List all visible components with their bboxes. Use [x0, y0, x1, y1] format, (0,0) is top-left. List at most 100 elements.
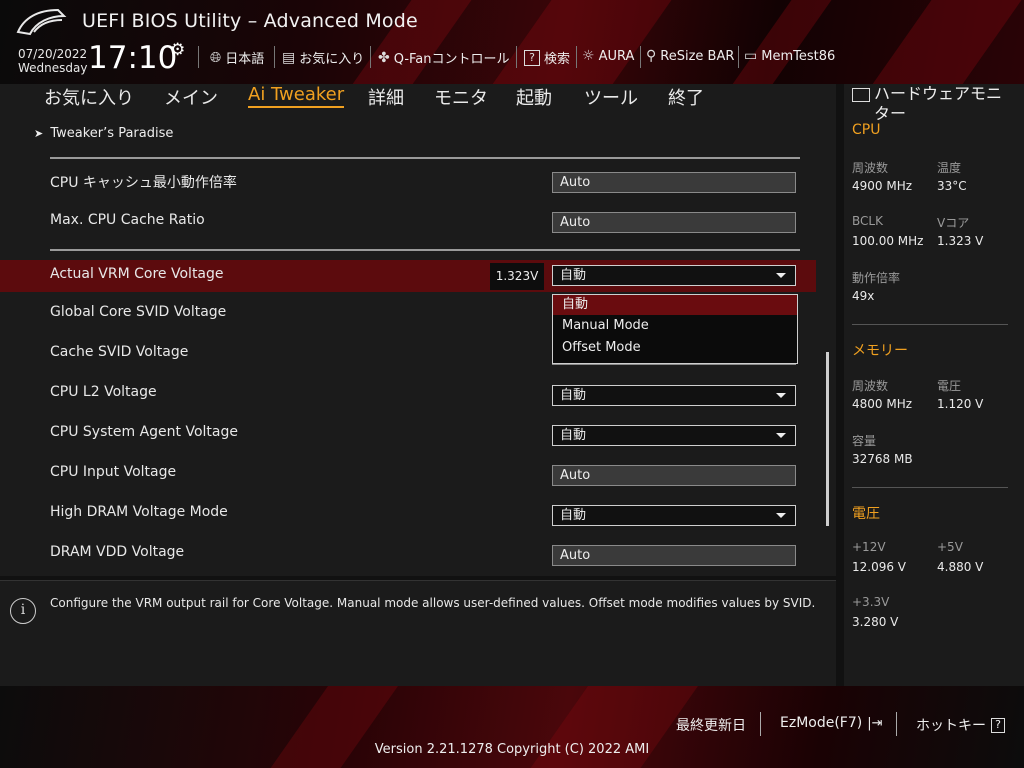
dropdown-option-offset[interactable]: Offset Mode	[553, 338, 797, 358]
dropdown-value: 自動	[560, 428, 587, 443]
vcore-value: 1.323 V	[937, 234, 984, 248]
v12-value: 12.096 V	[852, 560, 907, 574]
mem-volt-label: 電圧	[937, 379, 962, 393]
mem-volt-value: 1.120 V	[937, 397, 984, 411]
setting-dropdown[interactable]: 自動	[552, 385, 796, 406]
vrm-core-voltage-dropdown[interactable]: 自動	[552, 265, 796, 286]
search-button[interactable]: ? 検索	[524, 48, 570, 67]
bclk-label: BCLK	[852, 214, 883, 228]
setting-row[interactable]: CPU L2 Voltage 自動	[0, 378, 816, 410]
toolbar-separator	[738, 46, 739, 68]
last-modified-label: 最終更新日	[676, 718, 746, 734]
toolbar-separator	[516, 46, 517, 68]
memory-heading: メモリー	[852, 343, 908, 359]
cpu-freq-label: 周波数	[852, 161, 889, 175]
hardware-monitor-title: ハードウェアモニター	[874, 84, 1003, 123]
globe-icon: 🌐︎	[210, 49, 222, 66]
setting-row[interactable]: DRAM VDD Voltage Auto	[0, 538, 816, 570]
help-text: Configure the VRM output rail for Core V…	[50, 596, 816, 610]
date-text: 07/20/2022	[18, 47, 88, 61]
footer-separator	[760, 712, 761, 736]
tab-monitor[interactable]: モニタ	[434, 84, 488, 110]
setting-label: High DRAM Voltage Mode	[50, 504, 228, 520]
clock-time: 17:10	[88, 40, 178, 76]
aura-button[interactable]: ☼ AURA	[582, 48, 634, 64]
favorites-button[interactable]: ▤ お気に入り	[282, 48, 365, 68]
setting-row[interactable]: High DRAM Voltage Mode 自動	[0, 498, 816, 530]
setting-dropdown[interactable]: 自動	[552, 425, 796, 446]
hotkeys-button[interactable]: ホットキー ?	[916, 715, 1005, 735]
tab-favorites[interactable]: お気に入り	[44, 84, 134, 110]
setting-dropdown[interactable]: 自動	[552, 505, 796, 526]
cpu-temp-label: 温度	[937, 161, 962, 175]
bclk-value: 100.00 MHz	[852, 234, 924, 248]
setting-row[interactable]: CPU System Agent Voltage 自動	[0, 418, 816, 450]
aura-label: AURA	[598, 48, 635, 64]
last-modified-button[interactable]: 最終更新日	[676, 715, 746, 735]
voltage-readout: 1.323V	[490, 263, 544, 290]
breadcrumb[interactable]: ➤ Tweaker’s Paradise	[34, 126, 173, 141]
toolbar-separator	[370, 46, 371, 68]
setting-row[interactable]: Max. CPU Cache Ratio Auto	[0, 206, 816, 238]
voltage-heading: 電圧	[852, 506, 880, 522]
hw-divider	[852, 324, 1008, 325]
version-text: Version 2.21.1278 Copyright (C) 2022 AMI	[374, 742, 650, 757]
dropdown-menu: 自動 Manual Mode Offset Mode	[552, 294, 798, 364]
memtest-icon: ▭	[744, 48, 758, 64]
tab-ai-tweaker[interactable]: Ai Tweaker	[248, 84, 345, 108]
resize-bar-button[interactable]: ⚲ ReSize BAR	[646, 48, 734, 64]
setting-value-field[interactable]: Auto	[552, 465, 796, 486]
memtest-button[interactable]: ▭ MemTest86	[744, 48, 835, 64]
tab-exit[interactable]: 終了	[668, 84, 704, 110]
ezmode-button[interactable]: EzMode(F7) |⇥	[780, 715, 883, 731]
tab-main[interactable]: メイン	[164, 84, 218, 110]
resize-bar-label: ReSize BAR	[660, 48, 735, 64]
tab-tool[interactable]: ツール	[584, 84, 638, 110]
v33-value: 3.280 V	[852, 615, 899, 629]
tab-advanced[interactable]: 詳細	[368, 84, 404, 110]
cpu-temp-value: 33°C	[937, 179, 967, 193]
main-tabs: お気に入り メイン Ai Tweaker 詳細 モニタ 起動 ツール 終了	[0, 84, 836, 114]
setting-row[interactable]: CPU Input Voltage Auto	[0, 458, 816, 490]
setting-row[interactable]: CPU キャッシュ最小動作倍率 Auto	[0, 166, 816, 198]
favorites-label: お気に入り	[299, 52, 365, 67]
ratio-label: 動作倍率	[852, 271, 901, 285]
toolbar-separator	[198, 46, 199, 68]
tab-boot[interactable]: 起動	[516, 84, 552, 110]
gear-icon[interactable]: ⚙	[170, 40, 185, 60]
setting-label: Actual VRM Core Voltage	[50, 266, 224, 282]
setting-value-field[interactable]: Auto	[552, 545, 796, 566]
monitor-icon	[852, 88, 870, 102]
toolbar-separator	[274, 46, 275, 68]
chevron-down-icon	[776, 393, 786, 398]
favorites-icon: ▤	[282, 49, 296, 66]
chevron-down-icon	[776, 273, 786, 278]
mem-cap-label: 容量	[852, 434, 877, 448]
v33-label: +3.3V	[852, 595, 890, 609]
v5-value: 4.880 V	[937, 560, 984, 574]
setting-value-field[interactable]: Auto	[552, 172, 796, 193]
dropdown-option-auto[interactable]: 自動	[553, 295, 797, 315]
cpu-heading: CPU	[852, 122, 881, 138]
setting-value-field[interactable]: Auto	[552, 212, 796, 233]
section-divider	[50, 157, 800, 159]
setting-label: CPU System Agent Voltage	[50, 424, 238, 440]
section-divider	[50, 249, 800, 251]
chevron-down-icon	[776, 433, 786, 438]
setting-label: Global Core SVID Voltage	[50, 304, 227, 320]
exit-arrow-icon: |⇥	[867, 715, 883, 731]
memtest-label: MemTest86	[761, 48, 836, 64]
qfan-button[interactable]: ✤ Q-Fanコントロール	[378, 48, 510, 68]
weekday-text: Wednesday	[18, 61, 88, 75]
dropdown-option-manual[interactable]: Manual Mode	[553, 316, 797, 336]
mem-freq-value: 4800 MHz	[852, 397, 913, 411]
language-button[interactable]: 🌐︎ 日本語	[210, 48, 265, 68]
mem-freq-label: 周波数	[852, 379, 889, 393]
vcore-label: Vコア	[937, 216, 970, 230]
aura-icon: ☼	[582, 48, 595, 64]
resize-bar-icon: ⚲	[646, 48, 657, 64]
help-icon: ?	[991, 717, 1005, 733]
toolbar-separator	[576, 46, 577, 68]
language-label: 日本語	[225, 52, 265, 67]
scrollbar[interactable]	[826, 352, 829, 526]
